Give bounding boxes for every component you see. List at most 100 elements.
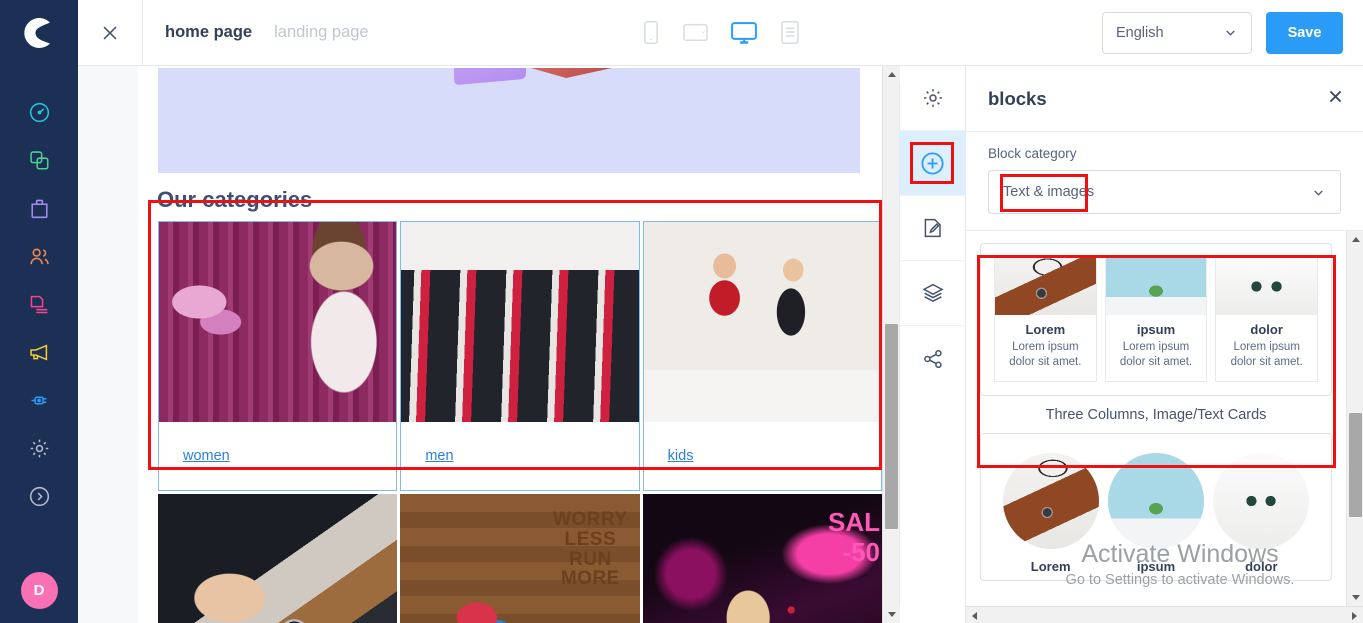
megaphone-icon <box>29 343 47 361</box>
edit-document-icon <box>924 218 941 238</box>
canvas-area: Our categories women men kids WORRY LESS… <box>78 66 900 623</box>
category-image-men <box>401 222 639 422</box>
editor-body: Our categories women men kids WORRY LESS… <box>78 66 1363 623</box>
block-category-group: Block category Text & images <box>966 132 1363 231</box>
promo-cell-shoes[interactable]: WORRY LESS RUN MORE <box>400 494 640 623</box>
device-desktop-button[interactable] <box>730 21 757 45</box>
sidebar-item-orders[interactable] <box>0 184 78 232</box>
close-icon <box>103 25 117 40</box>
block-card-title: ipsum <box>1136 559 1176 575</box>
sidebar-item-catalogues[interactable] <box>0 136 78 184</box>
chevron-down-icon <box>1226 30 1235 36</box>
blocks-panel: blocks Block category Text & images Lore… <box>966 66 1363 623</box>
block-card: ipsum <box>1107 453 1204 574</box>
promo-cell-watch[interactable] <box>158 494 398 623</box>
desktop-icon <box>730 21 757 44</box>
sidebar-item-content[interactable] <box>0 280 78 328</box>
tool-section-settings[interactable] <box>899 66 966 131</box>
close-icon <box>1329 90 1342 103</box>
block-card-image <box>1105 258 1207 315</box>
block-item-three-columns-circles[interactable]: Lorem ipsum dolor <box>980 433 1332 582</box>
category-link-women[interactable]: women <box>183 448 230 464</box>
block-card-title: dolor <box>1250 322 1283 337</box>
tool-share[interactable] <box>899 326 966 391</box>
app-logo[interactable] <box>0 0 78 66</box>
category-cell-women[interactable]: women <box>158 221 398 491</box>
layers-icon <box>921 283 944 303</box>
share-nodes-icon <box>923 349 942 368</box>
category-link-kids[interactable]: kids <box>668 448 694 464</box>
dashboard-gauge-icon <box>29 102 49 122</box>
category-cell-men[interactable]: men <box>400 221 640 491</box>
block-card: ipsum Lorem ipsum dolor sit amet. <box>1104 257 1208 383</box>
category-link-men[interactable]: men <box>425 448 453 464</box>
blocks-panel-header: blocks <box>966 66 1363 132</box>
blocks-panel-vertical-scrollbar[interactable] <box>1346 231 1363 606</box>
block-category-select[interactable]: Text & images <box>988 170 1341 214</box>
category-cell-kids[interactable]: kids <box>642 221 882 491</box>
tab-landing-page[interactable]: landing page <box>274 23 369 42</box>
block-card-image <box>1216 258 1318 315</box>
language-select[interactable]: English <box>1102 11 1252 54</box>
tool-layers[interactable] <box>899 261 966 326</box>
device-tablet-button[interactable] <box>682 22 708 43</box>
block-card: Lorem <box>1002 453 1099 574</box>
device-text-view-button[interactable] <box>779 20 800 45</box>
block-card-image <box>1107 453 1204 550</box>
block-item-three-columns-cards[interactable]: Lorem Lorem ipsum dolor sit amet. ipsum <box>980 243 1332 427</box>
tool-edit-content[interactable] <box>899 196 966 261</box>
canvas-scrollbar[interactable] <box>882 66 900 623</box>
app-root: D home page landing page English Save Ou… <box>0 0 1363 623</box>
canvas-scroll-down-button[interactable] <box>883 606 900 623</box>
language-value: English <box>1116 24 1164 41</box>
plus-circle-icon <box>921 151 944 175</box>
sidebar-item-help[interactable] <box>0 472 78 520</box>
sidebar-item-dashboard[interactable] <box>0 88 78 136</box>
sidebar-items <box>0 66 78 520</box>
sidebar-item-extensions[interactable] <box>0 376 78 424</box>
tool-add-block[interactable] <box>899 131 966 196</box>
blocks-panel-horizontal-scrollbar[interactable] <box>966 606 1363 623</box>
sidebar-item-customers[interactable] <box>0 232 78 280</box>
close-editor-button[interactable] <box>78 0 142 65</box>
main-column: home page landing page English Save Our … <box>78 0 1363 623</box>
promo-cell-cosmetics[interactable]: SAL -50 <box>642 494 882 623</box>
mobile-icon <box>643 20 658 45</box>
device-mobile-button[interactable] <box>641 20 660 45</box>
block-card-title: dolor <box>1245 559 1278 575</box>
panel-scroll-thumb[interactable] <box>1349 413 1362 517</box>
sidebar-item-marketing[interactable] <box>0 328 78 376</box>
panel-scroll-up-button[interactable] <box>1347 231 1363 248</box>
shopping-bag-icon <box>30 199 48 218</box>
panel-scroll-down-button[interactable] <box>1347 589 1363 606</box>
panel-scroll-left-button[interactable] <box>966 607 983 623</box>
plug-icon <box>30 395 46 405</box>
topbar-actions: English Save <box>1102 11 1363 54</box>
content-list-icon <box>30 295 47 313</box>
copy-layers-icon <box>29 150 49 170</box>
blocks-panel-close-button[interactable] <box>1328 89 1343 108</box>
tool-rail <box>899 66 966 623</box>
block-card-text: Lorem ipsum dolor sit amet. <box>1009 341 1082 369</box>
block-card-image <box>1213 453 1310 550</box>
sidebar-item-settings[interactable] <box>0 424 78 472</box>
avatar-wrap: D <box>0 572 78 609</box>
panel-scroll-right-button[interactable] <box>1346 607 1363 623</box>
category-image-kids <box>643 222 881 422</box>
chevron-down-icon <box>1314 189 1323 196</box>
category-image-women <box>159 222 397 422</box>
save-button[interactable]: Save <box>1266 11 1343 54</box>
page-canvas[interactable]: Our categories women men kids WORRY LESS… <box>138 66 882 623</box>
tab-home-page[interactable]: home page <box>165 23 252 42</box>
gear-icon <box>30 439 48 457</box>
canvas-scroll-up-button[interactable] <box>883 66 900 83</box>
avatar[interactable]: D <box>20 572 58 609</box>
hero-banner-section[interactable] <box>158 68 860 173</box>
block-card-title: Lorem <box>1030 559 1071 575</box>
category-caption-women: women <box>159 422 396 490</box>
block-caption: Three Columns, Image/Text Cards <box>1045 407 1267 424</box>
canvas-scroll-thumb[interactable] <box>885 324 898 529</box>
block-card-text: Lorem ipsum dolor sit amet. <box>1119 341 1193 369</box>
block-card-title: ipsum <box>1136 322 1176 337</box>
blocks-panel-scroll-region: Lorem Lorem ipsum dolor sit amet. ipsum <box>966 231 1363 606</box>
